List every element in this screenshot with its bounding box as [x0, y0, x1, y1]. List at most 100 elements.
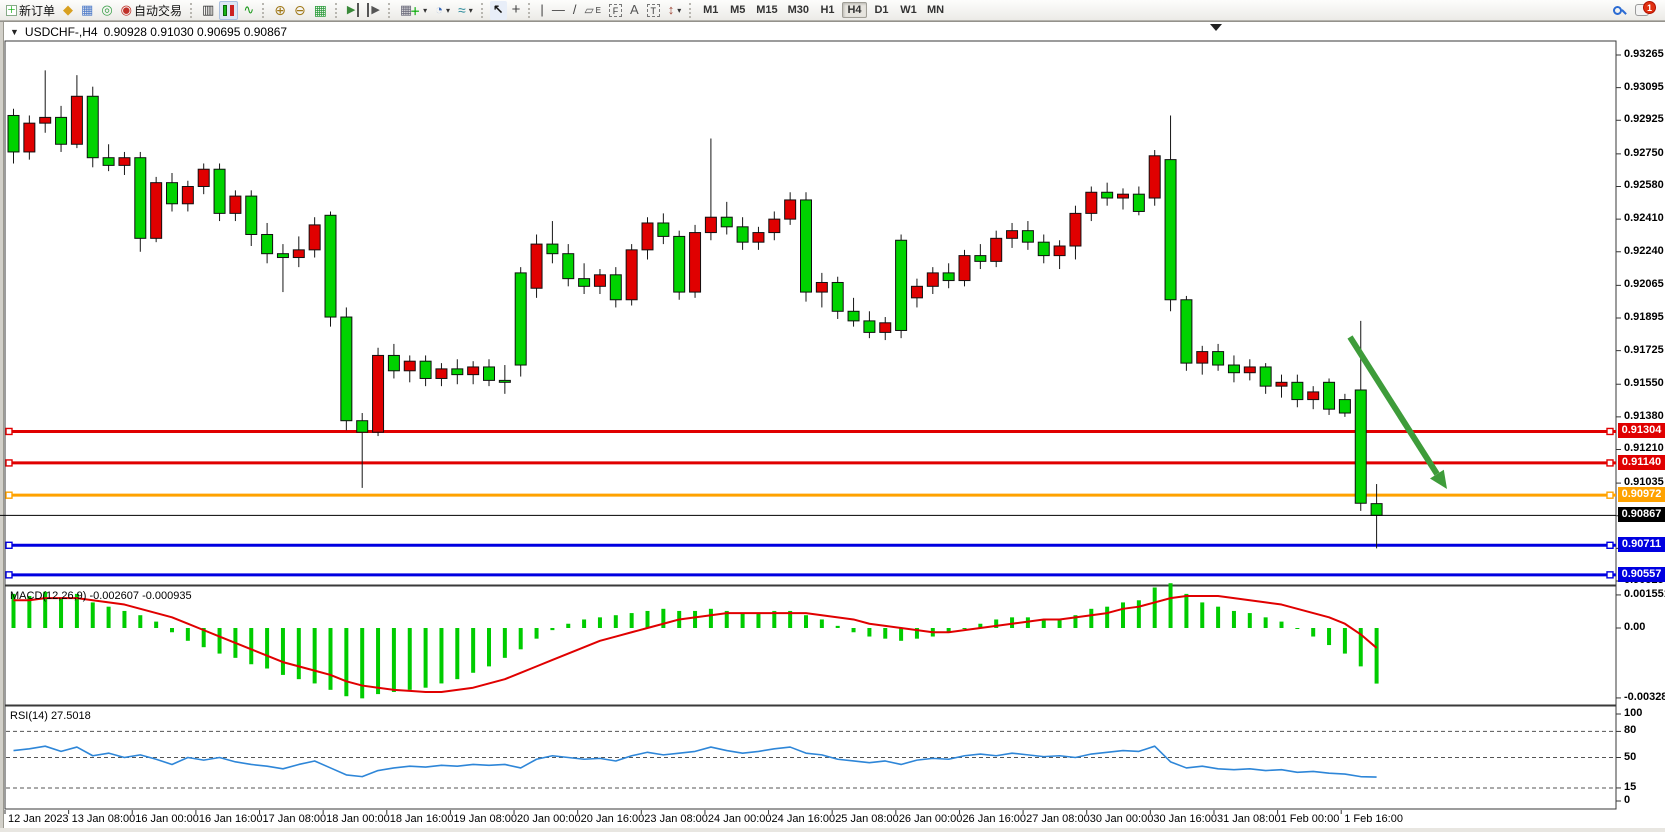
timeframe-d1-button[interactable]: D1 — [869, 2, 894, 18]
vertical-line-tool-button[interactable]: | — [537, 1, 546, 20]
tile-windows-icon: ▦ — [314, 3, 327, 17]
price-axis-label: 0.93095 — [1624, 81, 1664, 93]
line-chart-button[interactable]: ∿ — [240, 1, 257, 20]
price-axis-label: 0.91550 — [1624, 377, 1664, 389]
chart-shift-marker[interactable] — [1210, 24, 1222, 31]
channel-sub-label: E — [596, 6, 601, 15]
vertical-line-icon: | — [540, 3, 543, 17]
zoom-in-button[interactable]: ⊕ — [271, 1, 289, 20]
rsi-indicator-label: RSI(14) 27.5018 — [10, 710, 91, 722]
cursor-tool-button[interactable]: ↖ — [490, 1, 507, 20]
horizontal-line-tool-button[interactable]: — — [549, 1, 568, 20]
time-axis-label: 25 Jan 08:00 — [835, 813, 899, 825]
market-watch-icon: ▦ — [81, 3, 93, 17]
bar-chart-icon: ▥ — [202, 3, 214, 17]
auto-scroll-button[interactable]: ▶ — [344, 1, 362, 20]
fibonacci-tool-button[interactable]: F — [606, 1, 625, 20]
time-axis-label: 30 Jan 00:00 — [1090, 813, 1154, 825]
chevron-down-icon: ▾ — [469, 6, 473, 15]
time-axis-label: 19 Jan 08:00 — [453, 813, 517, 825]
chevron-down-icon: ▾ — [677, 6, 681, 15]
time-axis-label: 1 Feb 00:00 — [1281, 813, 1340, 825]
market-watch-button[interactable]: ▦ — [78, 1, 96, 20]
time-axis-label: 12 Jan 2023 — [8, 813, 69, 825]
bar-chart-button[interactable]: ▥ — [199, 1, 217, 20]
chart-symbol-title: USDCHF-,H4 — [25, 25, 98, 39]
price-axis-label: 0.91725 — [1624, 344, 1664, 356]
one-click-trading-toggle[interactable]: ▼ — [10, 27, 19, 37]
chart-shift-button[interactable]: ▶ — [364, 1, 382, 20]
chart-ohlc-values: 0.90928 0.91030 0.90695 0.90867 — [104, 25, 288, 39]
current-price-badge: 0.90867 — [1618, 507, 1665, 522]
candlestick-chart-icon — [223, 5, 227, 16]
charts-button[interactable]: ◆ — [60, 1, 76, 20]
profiles-button[interactable]: ◔▾ — [432, 1, 453, 20]
signals-icon: ◎ — [101, 3, 112, 17]
arrows-tool-button[interactable]: ↕▾ — [665, 1, 685, 20]
crosshair-tool-button[interactable]: + — [509, 1, 524, 20]
horizontal-line-icon: — — [552, 3, 565, 17]
price-axis-label: 0.91895 — [1624, 311, 1664, 323]
timeframe-mn-button[interactable]: MN — [923, 2, 948, 18]
toolbar-separator — [262, 3, 266, 18]
rsi-axis-label: 0 — [1624, 794, 1630, 806]
window-left-border — [0, 22, 4, 832]
time-axis-label: 16 Jan 16:00 — [199, 813, 263, 825]
new-chart-button[interactable]: ▦＋▾ — [397, 1, 430, 20]
notifications-button[interactable]: 1 — [1632, 1, 1652, 20]
chart-shift-icon: ▶ — [367, 3, 379, 17]
templates-icon: ≈ — [458, 3, 466, 17]
price-badge: 0.91304 — [1618, 423, 1665, 438]
search-icon-handle — [1621, 9, 1627, 15]
price-axis-label: 0.92750 — [1624, 147, 1664, 159]
time-axis-label: 1 Feb 16:00 — [1344, 813, 1403, 825]
search-button[interactable] — [1610, 1, 1630, 20]
templates-button[interactable]: ≈▾ — [455, 1, 476, 20]
time-axis-label: 24 Jan 16:00 — [772, 813, 836, 825]
timeframe-m30-button[interactable]: M30 — [784, 2, 813, 18]
zoom-in-icon: ⊕ — [274, 3, 286, 17]
rsi-axis-label: 50 — [1624, 751, 1636, 763]
chevron-down-icon: ▾ — [446, 6, 450, 15]
cursor-icon: ↖ — [493, 3, 504, 17]
tile-windows-button[interactable]: ▦ — [311, 1, 330, 20]
timeframe-h4-button[interactable]: H4 — [842, 2, 867, 18]
time-axis-label: 30 Jan 16:00 — [1153, 813, 1217, 825]
auto-trading-button[interactable]: ◉ 自动交易 — [118, 1, 185, 20]
time-axis-label: 27 Jan 08:00 — [1026, 813, 1090, 825]
chart-window[interactable] — [0, 21, 1665, 832]
new-order-icon: ＋ — [6, 5, 17, 16]
timeframe-w1-button[interactable]: W1 — [896, 2, 921, 18]
equidistant-channel-icon: ▱ — [584, 3, 593, 17]
rsi-axis-label: 100 — [1624, 707, 1642, 719]
time-axis-label: 16 Jan 00:00 — [135, 813, 199, 825]
zoom-out-button[interactable]: ⊖ — [291, 1, 309, 20]
clock-icon: ◔ — [435, 3, 443, 17]
macd-axis-label: 0.00 — [1624, 621, 1645, 633]
rsi-axis-label: 80 — [1624, 724, 1636, 736]
time-axis-label: 23 Jan 08:00 — [644, 813, 708, 825]
price-axis-label: 0.92925 — [1624, 113, 1664, 125]
channel-tool-button[interactable]: ▱E — [581, 1, 604, 20]
time-axis-label: 17 Jan 08:00 — [263, 813, 327, 825]
main-toolbar: ＋ 新订单 ◆ ▦ ◎ ◉ 自动交易 ▥ ∿ ⊕ ⊖ ▦ ▶ ▶ ▦＋▾ ◔▾ … — [0, 0, 1665, 21]
price-axis-label: 0.92580 — [1624, 179, 1664, 191]
trendline-tool-button[interactable]: / — [570, 1, 580, 20]
plus-icon: ＋ — [410, 3, 420, 18]
price-axis-label: 0.91380 — [1624, 410, 1664, 422]
timeframe-m5-button[interactable]: M5 — [725, 2, 750, 18]
timeframe-h1-button[interactable]: H1 — [815, 2, 840, 18]
price-badge: 0.90711 — [1618, 537, 1665, 552]
timeframe-m1-button[interactable]: M1 — [698, 2, 723, 18]
toolbar-separator — [388, 3, 392, 18]
time-axis-label: 18 Jan 16:00 — [390, 813, 454, 825]
timeframe-m15-button[interactable]: M15 — [752, 2, 781, 18]
line-chart-icon: ∿ — [243, 3, 254, 17]
text-tool-button[interactable]: A — [627, 1, 642, 20]
toolbar-separator — [335, 3, 339, 18]
candlestick-chart-button[interactable] — [219, 1, 238, 20]
new-order-button[interactable]: ＋ 新订单 — [3, 1, 58, 20]
text-label-tool-button[interactable]: T — [644, 1, 663, 20]
signals-button[interactable]: ◎ — [98, 1, 115, 20]
toolbar-separator — [190, 3, 194, 18]
